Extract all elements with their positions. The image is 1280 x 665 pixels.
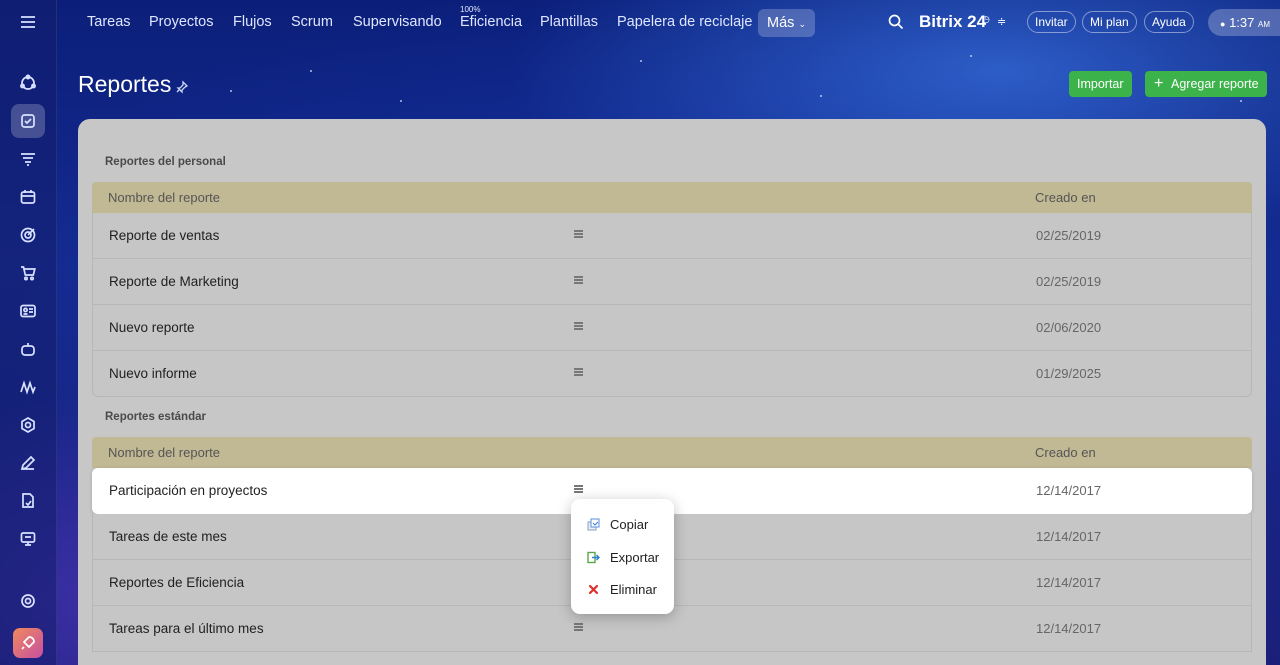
copy-label: Copiar	[610, 516, 649, 532]
nav-tab-flujos[interactable]: Flujos	[233, 14, 272, 30]
page-title: Reportes	[78, 71, 172, 97]
settings-sliders-icon[interactable]: ≑	[997, 15, 1006, 28]
nav-tab-supervisando[interactable]: Supervisando	[353, 14, 442, 30]
time-value: 1:37	[1229, 15, 1255, 30]
row-menu-icon[interactable]	[574, 485, 583, 493]
report-date: 12/14/2017	[1036, 483, 1102, 498]
activity-icon[interactable]	[11, 66, 45, 100]
report-date: 02/06/2020	[1036, 320, 1102, 335]
row-menu-icon[interactable]	[574, 322, 583, 330]
row-menu-icon[interactable]	[574, 230, 583, 238]
delete-icon	[588, 584, 599, 594]
clock-small-icon: ◷	[982, 14, 990, 24]
nav-more-button[interactable]: Más ⌄	[758, 9, 815, 37]
presentation-icon[interactable]	[11, 522, 45, 556]
add-report-label: Agregar reporte	[1171, 77, 1259, 91]
document-sign-icon[interactable]	[11, 484, 45, 518]
report-date: 02/25/2019	[1036, 274, 1102, 289]
nav-tab-plantillas[interactable]: Plantillas	[540, 14, 598, 30]
report-name[interactable]: Nuevo reporte	[109, 320, 195, 335]
personal-section-label: Reportes del personal	[105, 156, 226, 168]
import-button[interactable]: Importar	[1069, 71, 1132, 97]
report-name[interactable]: Tareas de este mes	[109, 529, 227, 544]
table-header: Nombre del reporte Creado en	[92, 182, 1252, 213]
cart-icon[interactable]	[11, 256, 45, 290]
report-date: 02/25/2019	[1036, 228, 1102, 243]
report-date: 12/14/2017	[1036, 529, 1102, 544]
report-name[interactable]: Tareas para el último mes	[109, 621, 264, 636]
delete-label: Eliminar	[610, 581, 657, 597]
more-label: Más	[767, 15, 795, 31]
pen-icon[interactable]	[11, 446, 45, 480]
help-button[interactable]: Ayuda	[1144, 11, 1194, 33]
report-date: 01/29/2025	[1036, 366, 1102, 381]
menu-icon[interactable]	[11, 5, 45, 39]
funnel-icon[interactable]	[11, 142, 45, 176]
row-context-menu: Copiar Exportar Eliminar	[571, 499, 674, 614]
menu-item-copy[interactable]: Copiar	[571, 510, 674, 538]
plus-icon: +	[1154, 75, 1164, 92]
report-date: 12/14/2017	[1036, 621, 1102, 636]
nav-tab-tareas[interactable]: Tareas	[87, 14, 131, 30]
standard-section-label: Reportes estándar	[105, 411, 206, 423]
rocket-icon[interactable]	[13, 628, 43, 658]
report-name[interactable]: Reporte de ventas	[109, 228, 219, 243]
left-sidebar	[0, 0, 57, 665]
menu-item-delete[interactable]: Eliminar	[571, 575, 674, 603]
nav-tab-eficiencia[interactable]: Eficiencia	[460, 14, 522, 30]
gear-icon[interactable]	[11, 584, 45, 618]
col-name-header[interactable]: Nombre del reporte	[108, 190, 220, 205]
report-name[interactable]: Nuevo informe	[109, 366, 197, 381]
report-name[interactable]: Reportes de Eficiencia	[109, 575, 244, 590]
export-icon	[587, 551, 600, 563]
tasks-icon[interactable]	[11, 104, 45, 138]
export-label: Exportar	[610, 549, 660, 565]
chevron-down-icon: ⌄	[798, 19, 806, 29]
my-plan-button[interactable]: Mi plan	[1082, 11, 1137, 33]
hexagon-icon[interactable]	[11, 408, 45, 442]
row-menu-icon[interactable]	[574, 368, 583, 376]
nav-tab-proyectos[interactable]: Proyectos	[149, 14, 213, 30]
col-created-header[interactable]: Creado en	[1035, 190, 1096, 205]
copy-icon	[587, 518, 600, 530]
row-menu-icon[interactable]	[574, 276, 583, 284]
table-row[interactable]: Reporte de ventas 02/25/2019	[92, 213, 1252, 259]
time-suffix: AM	[1258, 20, 1270, 29]
contact-card-icon[interactable]	[11, 294, 45, 328]
menu-item-export[interactable]: Exportar	[571, 543, 674, 571]
personal-reports-table: Nombre del reporte Creado en Reporte de …	[92, 182, 1252, 397]
report-date: 12/14/2017	[1036, 575, 1102, 590]
table-row[interactable]: Nuevo informe 01/29/2025	[92, 351, 1252, 397]
robot-icon[interactable]	[11, 332, 45, 366]
table-row[interactable]: Reporte de Marketing 02/25/2019	[92, 259, 1252, 305]
report-name[interactable]: Participación en proyectos	[109, 483, 267, 498]
calendar-icon[interactable]	[11, 180, 45, 214]
add-report-button[interactable]: + Agregar reporte	[1145, 71, 1267, 97]
table-header: Nombre del reporte Creado en	[92, 437, 1252, 468]
table-row[interactable]: Nuevo reporte 02/06/2020	[92, 305, 1252, 351]
nav-tab-scrum[interactable]: Scrum	[291, 14, 333, 30]
efficiency-badge: 100%	[460, 5, 481, 14]
nav-tab-papelera[interactable]: Papelera de reciclaje	[617, 14, 752, 30]
table-row[interactable]: Tareas para el último mes 12/14/2017	[92, 606, 1252, 652]
col-name-header[interactable]: Nombre del reporte	[108, 445, 220, 460]
clock-icon: ●	[1220, 19, 1226, 29]
target-icon[interactable]	[11, 218, 45, 252]
pin-icon[interactable]	[175, 80, 189, 94]
time-widget[interactable]: ● 1:37 AM	[1208, 9, 1280, 36]
report-name[interactable]: Reporte de Marketing	[109, 274, 239, 289]
row-menu-icon[interactable]	[574, 623, 583, 631]
bitrix-logo[interactable]: Bitrix 24	[919, 12, 986, 32]
signature-icon[interactable]	[11, 370, 45, 404]
search-icon[interactable]	[888, 14, 904, 30]
invite-button[interactable]: Invitar	[1027, 11, 1076, 33]
col-created-header[interactable]: Creado en	[1035, 445, 1096, 460]
